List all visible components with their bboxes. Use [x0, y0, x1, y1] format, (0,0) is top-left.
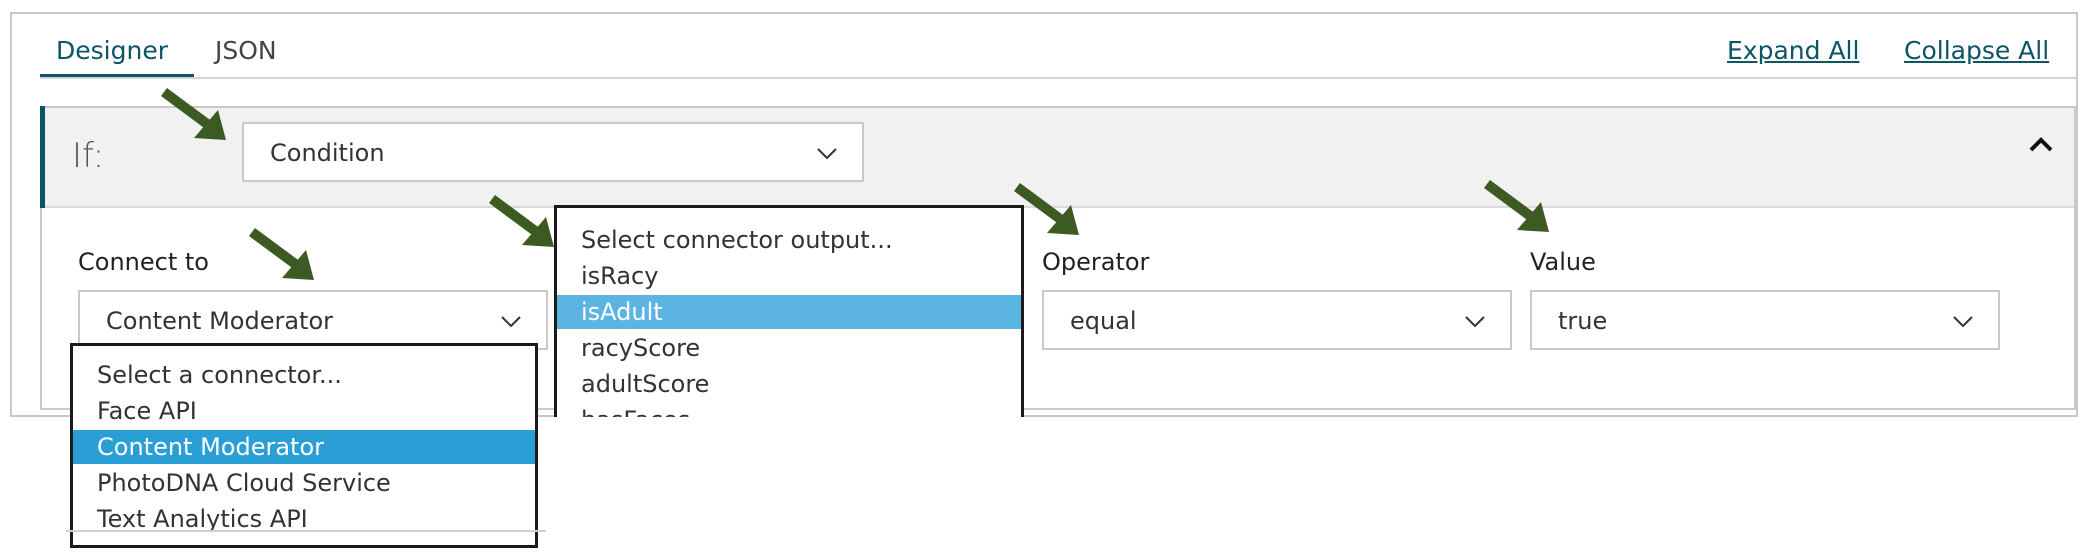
value-value: true [1558, 307, 1608, 335]
operator-select[interactable]: equal [1042, 290, 1512, 350]
chevron-down-icon [1465, 316, 1485, 328]
arrow-annotation-icon [249, 227, 314, 280]
if-label: If: [72, 136, 105, 176]
value-label: Value [1530, 248, 1596, 276]
divider-line [66, 530, 546, 532]
connector-option[interactable]: Select a connector... [73, 358, 535, 392]
arrow-annotation-icon [489, 194, 554, 247]
connector-option[interactable]: Face API [73, 394, 535, 428]
connector-output-dropdown[interactable]: Select connector output... isRacy isAdul… [554, 205, 1024, 417]
operator-value: equal [1070, 307, 1137, 335]
chevron-up-icon[interactable] [2026, 130, 2056, 160]
card-accent-bar [40, 106, 45, 208]
connect-to-value: Content Moderator [106, 307, 334, 335]
connect-to-select[interactable]: Content Moderator [78, 290, 548, 350]
chevron-down-icon [817, 148, 837, 160]
tab-designer[interactable]: Designer [56, 36, 168, 65]
connector-option-selected[interactable]: Content Moderator [73, 430, 535, 464]
arrow-annotation-icon [1014, 182, 1079, 235]
connector-option[interactable]: PhotoDNA Cloud Service [73, 466, 535, 500]
condition-type-value: Condition [270, 139, 385, 167]
collapse-all-link[interactable]: Collapse All [1904, 36, 2049, 65]
condition-type-select[interactable]: Condition [242, 122, 864, 182]
tab-json[interactable]: JSON [215, 36, 277, 65]
output-option[interactable]: Select connector output... [557, 223, 1021, 257]
chevron-down-icon [1953, 316, 1973, 328]
chevron-down-icon [501, 316, 521, 328]
connect-to-label: Connect to [78, 248, 209, 276]
output-option-selected[interactable]: isAdult [557, 295, 1021, 329]
tabs-divider [40, 77, 2076, 79]
output-option[interactable]: racyScore [557, 331, 1021, 365]
connector-dropdown[interactable]: Select a connector... Face API Content M… [70, 343, 538, 548]
arrow-annotation-icon [161, 87, 226, 140]
output-option[interactable]: hasFaces [557, 403, 1021, 417]
value-select[interactable]: true [1530, 290, 2000, 350]
output-option[interactable]: isRacy [557, 259, 1021, 293]
arrow-annotation-icon [1484, 179, 1549, 232]
expand-all-link[interactable]: Expand All [1727, 36, 1859, 65]
output-option[interactable]: adultScore [557, 367, 1021, 401]
